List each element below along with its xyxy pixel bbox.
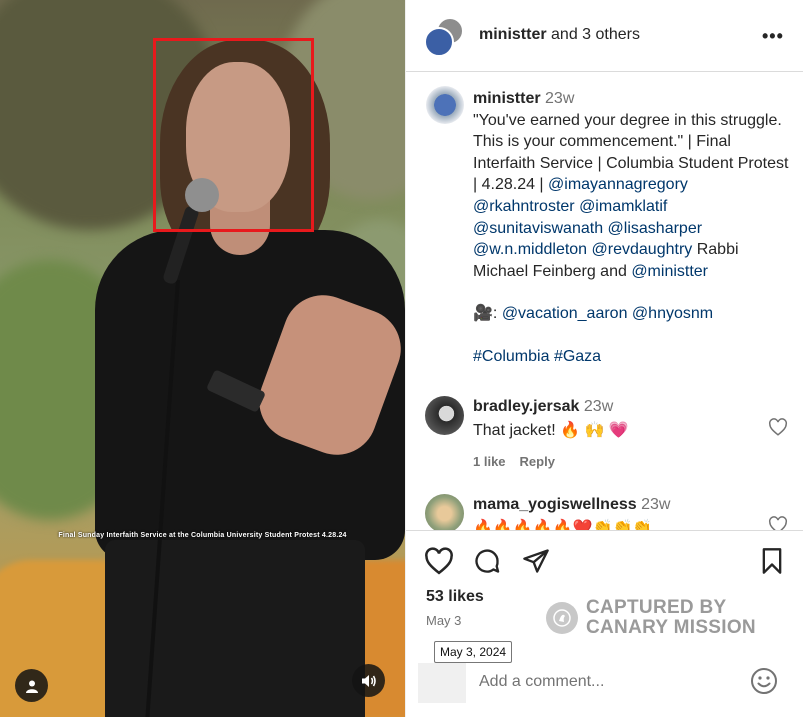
comment-likes[interactable]: 1 like	[473, 454, 506, 469]
person-legs	[105, 540, 365, 717]
share-icon[interactable]	[521, 547, 551, 575]
watermark: CAPTURED BY CANARY MISSION	[546, 598, 756, 638]
action-bar: 53 likes May 3 May 3, 2024 CAPTURED BY C…	[406, 530, 803, 663]
comment-username[interactable]: mama_yogiswellness	[473, 496, 637, 513]
like-comment-heart-icon[interactable]	[768, 418, 788, 436]
reply-button[interactable]: Reply	[520, 454, 555, 469]
speaker-icon	[361, 674, 376, 687]
post-caption: ministter 23w "You've earned your degree…	[473, 88, 791, 368]
sound-toggle-button[interactable]	[352, 664, 385, 697]
comment-text: That jacket! 🔥 🙌 💗	[473, 422, 629, 439]
mention-link[interactable]: @ministter	[631, 263, 708, 280]
hashtag-link[interactable]: #Gaza	[554, 348, 601, 365]
add-comment-bar	[406, 655, 803, 717]
heart-icon[interactable]	[424, 547, 454, 575]
hashtag-link[interactable]: #Columbia	[473, 348, 549, 365]
mention-link[interactable]: @imayannagregory	[548, 176, 688, 193]
post-date[interactable]: May 3	[426, 613, 461, 628]
mention-link[interactable]: @lisasharper	[608, 220, 703, 237]
comment-age: 23w	[583, 398, 614, 415]
mention-link[interactable]: @rkahntroster	[473, 198, 575, 215]
comment-username[interactable]: bradley.jersak	[473, 398, 579, 415]
collab-avatars[interactable]	[424, 17, 464, 57]
caption-hashtags: #Columbia #Gaza	[473, 346, 791, 368]
comment-text: 🔥🔥🔥🔥🔥❤️👏👏👏	[473, 520, 653, 530]
canary-logo-icon	[546, 602, 578, 634]
post-panel: ministter and 3 others ••• ministter 23w…	[405, 0, 803, 717]
caption-age: 23w	[545, 90, 575, 107]
watermark-line2: CANARY MISSION	[586, 617, 756, 638]
user-icon	[25, 680, 38, 693]
post-header: ministter and 3 others •••	[406, 0, 803, 72]
mention-link[interactable]: @sunitaviswanath	[473, 220, 603, 237]
comment-icon[interactable]	[472, 547, 502, 575]
post-media[interactable]: Final Sunday Interfaith Service at the C…	[0, 0, 405, 717]
caption-username[interactable]: ministter	[473, 90, 541, 107]
face-highlight-box	[153, 38, 314, 232]
commenter-avatar	[418, 663, 466, 703]
comments-scroll[interactable]: ministter 23w "You've earned your degree…	[406, 73, 803, 530]
comment-age: 23w	[641, 496, 671, 513]
mention-link[interactable]: @revdaughtry	[592, 241, 693, 258]
video-caption: Final Sunday Interfaith Service at the C…	[58, 532, 347, 539]
avatar[interactable]	[425, 494, 464, 530]
mention-link[interactable]: @vacation_aaron	[502, 305, 628, 322]
mention-link[interactable]: @hnyosnm	[632, 305, 713, 322]
like-comment-heart-icon[interactable]	[768, 516, 788, 530]
avatar	[424, 27, 454, 57]
more-options-icon[interactable]: •••	[762, 26, 786, 46]
caption-credits: 🎥: @vacation_aaron @hnyosnm	[473, 303, 791, 325]
bookmark-icon[interactable]	[760, 547, 784, 575]
header-username[interactable]: ministter	[479, 26, 547, 43]
emoji-icon[interactable]	[750, 667, 778, 695]
tagged-users-button[interactable]	[15, 669, 48, 702]
watermark-line1: CAPTURED BY	[586, 597, 727, 618]
mention-link[interactable]: @imamklatif	[579, 198, 667, 215]
avatar[interactable]	[425, 396, 464, 435]
mention-link[interactable]: @w.n.middleton	[473, 241, 587, 258]
avatar[interactable]	[426, 86, 464, 124]
header-accounts[interactable]: ministter and 3 others	[479, 26, 640, 44]
likes-count[interactable]: 53 likes	[426, 588, 484, 606]
camera-credit-label: 🎥:	[473, 305, 502, 323]
add-comment-input[interactable]	[479, 673, 719, 691]
header-others[interactable]: and 3 others	[547, 26, 640, 43]
